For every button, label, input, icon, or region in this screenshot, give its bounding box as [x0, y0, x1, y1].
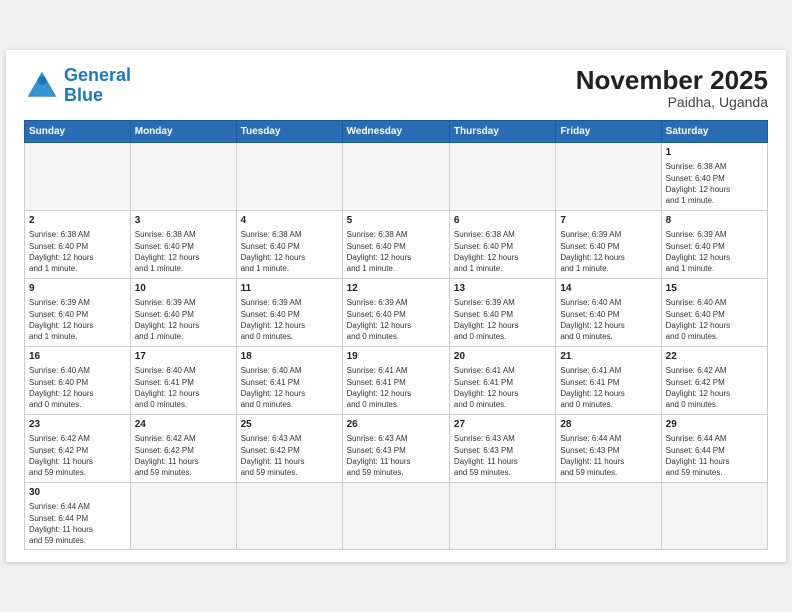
- weekday-header-friday: Friday: [556, 121, 661, 143]
- calendar-cell: 18Sunrise: 6:40 AMSunset: 6:41 PMDayligh…: [236, 347, 342, 415]
- day-number: 10: [135, 282, 232, 296]
- calendar-cell: [342, 483, 449, 550]
- calendar-cell: 23Sunrise: 6:42 AMSunset: 6:42 PMDayligh…: [25, 415, 131, 483]
- calendar-week-2: 2Sunrise: 6:38 AMSunset: 6:40 PMDaylight…: [25, 211, 768, 279]
- calendar-week-1: 1Sunrise: 6:38 AMSunset: 6:40 PMDaylight…: [25, 143, 768, 211]
- day-number: 25: [241, 418, 338, 432]
- day-number: 8: [666, 214, 763, 228]
- weekday-header-saturday: Saturday: [661, 121, 767, 143]
- calendar-cell: 20Sunrise: 6:41 AMSunset: 6:41 PMDayligh…: [449, 347, 555, 415]
- calendar-page: General Blue November 2025 Paidha, Ugand…: [6, 50, 786, 562]
- calendar-cell: 6Sunrise: 6:38 AMSunset: 6:40 PMDaylight…: [449, 211, 555, 279]
- logo: General Blue: [24, 66, 131, 106]
- calendar-cell: 12Sunrise: 6:39 AMSunset: 6:40 PMDayligh…: [342, 279, 449, 347]
- logo-icon: [24, 68, 60, 104]
- day-number: 19: [347, 350, 445, 364]
- calendar-cell: 28Sunrise: 6:44 AMSunset: 6:43 PMDayligh…: [556, 415, 661, 483]
- calendar-cell: 13Sunrise: 6:39 AMSunset: 6:40 PMDayligh…: [449, 279, 555, 347]
- page-header: General Blue November 2025 Paidha, Ugand…: [24, 66, 768, 111]
- calendar-cell: 16Sunrise: 6:40 AMSunset: 6:40 PMDayligh…: [25, 347, 131, 415]
- calendar-week-6: 30Sunrise: 6:44 AMSunset: 6:44 PMDayligh…: [25, 483, 768, 550]
- calendar-cell: [449, 483, 555, 550]
- calendar-cell: 15Sunrise: 6:40 AMSunset: 6:40 PMDayligh…: [661, 279, 767, 347]
- day-number: 21: [560, 350, 656, 364]
- calendar-cell: 4Sunrise: 6:38 AMSunset: 6:40 PMDaylight…: [236, 211, 342, 279]
- calendar-week-3: 9Sunrise: 6:39 AMSunset: 6:40 PMDaylight…: [25, 279, 768, 347]
- calendar-cell: [130, 483, 236, 550]
- calendar-table: SundayMondayTuesdayWednesdayThursdayFrid…: [24, 120, 768, 550]
- logo-text: General Blue: [64, 66, 131, 106]
- calendar-cell: [556, 143, 661, 211]
- calendar-cell: [556, 483, 661, 550]
- calendar-cell: 14Sunrise: 6:40 AMSunset: 6:40 PMDayligh…: [556, 279, 661, 347]
- weekday-header-tuesday: Tuesday: [236, 121, 342, 143]
- calendar-cell: 29Sunrise: 6:44 AMSunset: 6:44 PMDayligh…: [661, 415, 767, 483]
- day-number: 1: [666, 146, 763, 160]
- day-number: 14: [560, 282, 656, 296]
- logo-blue: Blue: [64, 85, 103, 105]
- calendar-cell: 25Sunrise: 6:43 AMSunset: 6:42 PMDayligh…: [236, 415, 342, 483]
- day-number: 28: [560, 418, 656, 432]
- calendar-cell: 1Sunrise: 6:38 AMSunset: 6:40 PMDaylight…: [661, 143, 767, 211]
- calendar-week-4: 16Sunrise: 6:40 AMSunset: 6:40 PMDayligh…: [25, 347, 768, 415]
- day-number: 29: [666, 418, 763, 432]
- day-number: 2: [29, 214, 126, 228]
- calendar-cell: [130, 143, 236, 211]
- calendar-cell: 5Sunrise: 6:38 AMSunset: 6:40 PMDaylight…: [342, 211, 449, 279]
- calendar-cell: 30Sunrise: 6:44 AMSunset: 6:44 PMDayligh…: [25, 483, 131, 550]
- calendar-cell: [342, 143, 449, 211]
- day-number: 13: [454, 282, 551, 296]
- day-number: 12: [347, 282, 445, 296]
- day-number: 16: [29, 350, 126, 364]
- calendar-cell: 3Sunrise: 6:38 AMSunset: 6:40 PMDaylight…: [130, 211, 236, 279]
- day-number: 15: [666, 282, 763, 296]
- calendar-cell: [661, 483, 767, 550]
- title-block: November 2025 Paidha, Uganda: [576, 66, 768, 111]
- logo-general: General: [64, 65, 131, 85]
- day-number: 30: [29, 486, 126, 500]
- day-number: 17: [135, 350, 232, 364]
- day-number: 11: [241, 282, 338, 296]
- day-number: 18: [241, 350, 338, 364]
- calendar-title: November 2025: [576, 66, 768, 95]
- weekday-header-wednesday: Wednesday: [342, 121, 449, 143]
- calendar-cell: 17Sunrise: 6:40 AMSunset: 6:41 PMDayligh…: [130, 347, 236, 415]
- weekday-header-monday: Monday: [130, 121, 236, 143]
- calendar-cell: [25, 143, 131, 211]
- calendar-cell: 11Sunrise: 6:39 AMSunset: 6:40 PMDayligh…: [236, 279, 342, 347]
- calendar-cell: [449, 143, 555, 211]
- day-number: 7: [560, 214, 656, 228]
- calendar-cell: 10Sunrise: 6:39 AMSunset: 6:40 PMDayligh…: [130, 279, 236, 347]
- calendar-week-5: 23Sunrise: 6:42 AMSunset: 6:42 PMDayligh…: [25, 415, 768, 483]
- day-number: 9: [29, 282, 126, 296]
- day-number: 20: [454, 350, 551, 364]
- day-number: 27: [454, 418, 551, 432]
- calendar-cell: [236, 483, 342, 550]
- day-number: 24: [135, 418, 232, 432]
- day-number: 5: [347, 214, 445, 228]
- day-number: 6: [454, 214, 551, 228]
- day-number: 3: [135, 214, 232, 228]
- weekday-header-sunday: Sunday: [25, 121, 131, 143]
- day-number: 22: [666, 350, 763, 364]
- calendar-cell: 21Sunrise: 6:41 AMSunset: 6:41 PMDayligh…: [556, 347, 661, 415]
- weekday-header-row: SundayMondayTuesdayWednesdayThursdayFrid…: [25, 121, 768, 143]
- weekday-header-thursday: Thursday: [449, 121, 555, 143]
- calendar-cell: [236, 143, 342, 211]
- calendar-cell: 19Sunrise: 6:41 AMSunset: 6:41 PMDayligh…: [342, 347, 449, 415]
- calendar-cell: 22Sunrise: 6:42 AMSunset: 6:42 PMDayligh…: [661, 347, 767, 415]
- day-number: 23: [29, 418, 126, 432]
- day-number: 26: [347, 418, 445, 432]
- calendar-cell: 7Sunrise: 6:39 AMSunset: 6:40 PMDaylight…: [556, 211, 661, 279]
- calendar-subtitle: Paidha, Uganda: [576, 94, 768, 110]
- calendar-cell: 8Sunrise: 6:39 AMSunset: 6:40 PMDaylight…: [661, 211, 767, 279]
- day-number: 4: [241, 214, 338, 228]
- calendar-cell: 26Sunrise: 6:43 AMSunset: 6:43 PMDayligh…: [342, 415, 449, 483]
- calendar-cell: 27Sunrise: 6:43 AMSunset: 6:43 PMDayligh…: [449, 415, 555, 483]
- calendar-cell: 2Sunrise: 6:38 AMSunset: 6:40 PMDaylight…: [25, 211, 131, 279]
- calendar-cell: 24Sunrise: 6:42 AMSunset: 6:42 PMDayligh…: [130, 415, 236, 483]
- calendar-cell: 9Sunrise: 6:39 AMSunset: 6:40 PMDaylight…: [25, 279, 131, 347]
